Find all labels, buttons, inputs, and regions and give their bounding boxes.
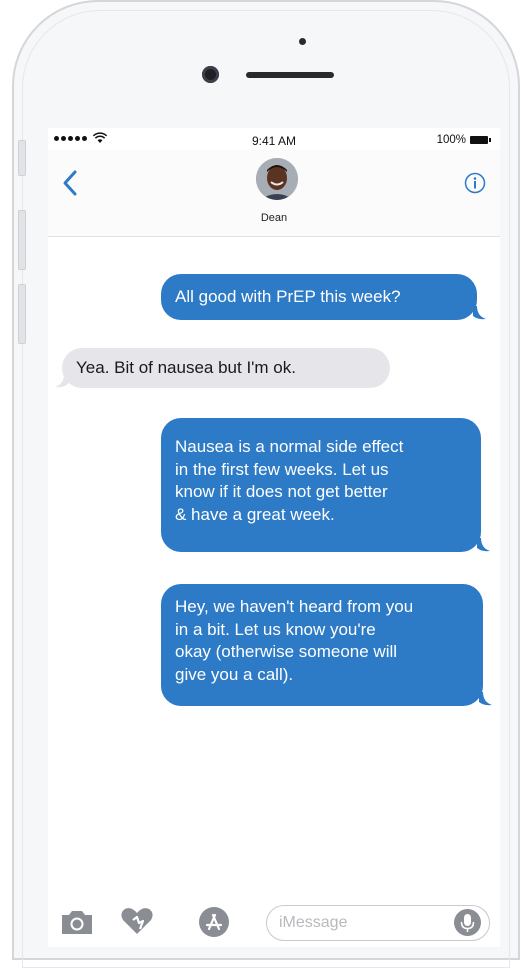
app-store-icon[interactable] (198, 906, 230, 938)
earpiece-speaker (246, 72, 334, 78)
proximity-sensor (299, 38, 306, 45)
battery-percent: 100% (436, 134, 466, 146)
bubble-tail (479, 692, 492, 706)
microphone-icon[interactable] (454, 909, 481, 936)
bubble-tail (477, 538, 490, 552)
outgoing-message-bubble[interactable]: Nausea is a normal side effect in the fi… (161, 418, 481, 552)
front-camera (202, 66, 219, 83)
chevron-left-icon[interactable] (58, 168, 84, 198)
avatar[interactable] (256, 158, 298, 200)
status-time: 9:41 AM (251, 134, 297, 148)
status-bar: 9:41 AM 100% (48, 128, 500, 150)
contact-name[interactable]: Dean (48, 212, 500, 224)
outgoing-message-bubble[interactable]: All good with PrEP this week? (161, 274, 477, 320)
camera-icon[interactable] (60, 908, 94, 936)
mute-switch (18, 140, 26, 176)
imessage-input[interactable]: iMessage (266, 905, 490, 941)
digital-touch-icon[interactable] (120, 906, 154, 936)
imessage-placeholder: iMessage (279, 914, 348, 931)
compose-toolbar: iMessage (48, 896, 500, 947)
volume-up-button (18, 210, 26, 270)
bubble-tail (473, 306, 486, 320)
bubble-tail (55, 374, 68, 388)
battery-icon (470, 136, 491, 144)
conversation-header: Dean (48, 150, 500, 237)
info-icon[interactable] (464, 172, 486, 194)
avatar-image (256, 158, 298, 200)
incoming-message-bubble[interactable]: Yea. Bit of nausea but I'm ok. (62, 348, 390, 388)
outgoing-message-bubble[interactable]: Hey, we haven't heard from you in a bit.… (161, 584, 483, 706)
volume-down-button (18, 284, 26, 344)
messages-screen: 9:41 AM 100% Dean All good with PrEP thi… (48, 128, 500, 947)
